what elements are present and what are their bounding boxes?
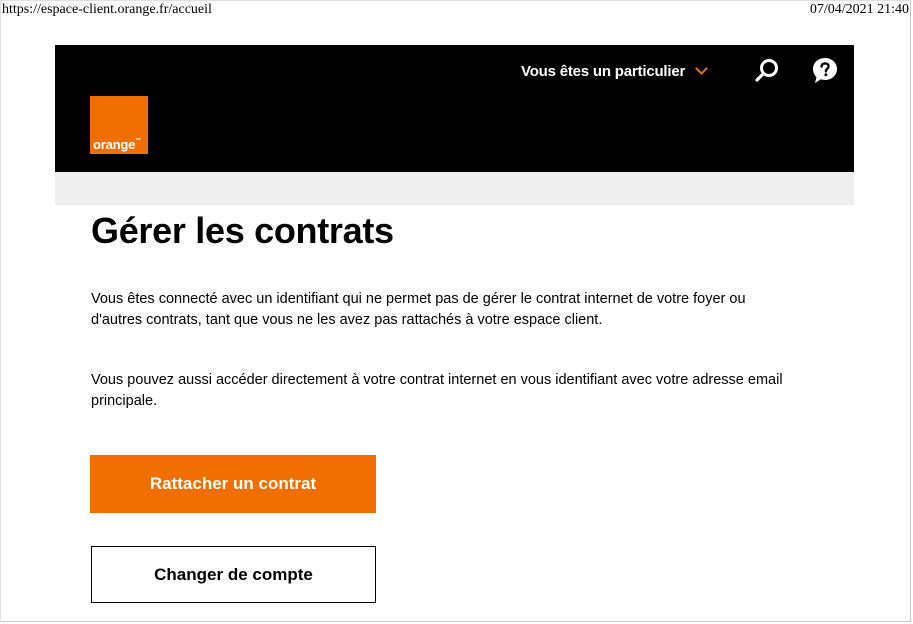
help-bubble-icon xyxy=(813,58,837,83)
info-paragraph-linked-contracts: Vous êtes connecté avec un identifiant q… xyxy=(91,291,746,328)
orange-logo[interactable]: orange™ xyxy=(90,96,148,154)
logo-wordmark: orange™ xyxy=(93,137,141,152)
attach-contract-button[interactable]: Rattacher un contrat xyxy=(90,455,376,513)
info-paragraph-email-login: Vous pouvez aussi accéder directement à … xyxy=(91,372,783,409)
print-url: https://espace-client.orange.fr/accueil xyxy=(2,2,212,17)
profile-selector[interactable]: Vous êtes un particulier xyxy=(521,60,709,82)
print-datetime: 07/04/2021 21:40 xyxy=(809,2,909,17)
breadcrumb-band xyxy=(55,172,854,205)
search-icon xyxy=(755,59,778,82)
site-header: orange™ Vous êtes un particulier xyxy=(55,45,854,172)
search-button[interactable] xyxy=(752,56,782,86)
page-title: Gérer les contrats xyxy=(91,210,394,251)
switch-account-button[interactable]: Changer de compte xyxy=(91,546,376,603)
help-button[interactable] xyxy=(808,54,842,88)
chevron-down-icon xyxy=(695,62,709,75)
profile-selector-label: Vous êtes un particulier xyxy=(521,62,686,80)
